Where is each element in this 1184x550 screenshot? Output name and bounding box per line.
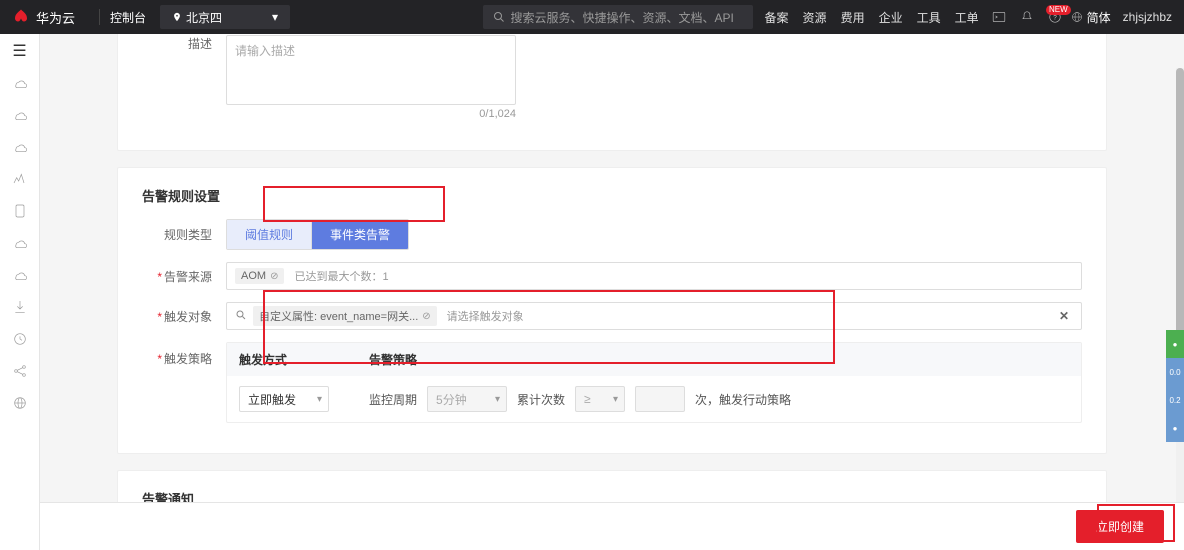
device-icon[interactable]: [11, 202, 29, 220]
policy-head-trigger: 触发方式: [239, 351, 369, 368]
cloud-icon-3[interactable]: [11, 138, 29, 156]
global-search[interactable]: 搜索云服务、快捷操作、资源、文档、API: [483, 5, 753, 29]
brand-text: 华为云: [36, 8, 75, 27]
source-hint: 已达到最大个数：1: [294, 268, 388, 284]
policy-label: 触发策略: [142, 350, 212, 367]
target-label: 触发对象: [142, 308, 212, 325]
widget-green[interactable]: ●: [1166, 330, 1184, 358]
globe-nav-icon[interactable]: [11, 394, 29, 412]
region-selector[interactable]: 北京四 ▾: [160, 5, 290, 29]
share-icon[interactable]: [11, 362, 29, 380]
trigger-mode-select[interactable]: 立即触发 ▾: [239, 386, 329, 412]
rules-panel: 告警规则设置 规则类型 阈值规则 事件类告警 告警来源 AOM ⊘: [117, 167, 1107, 454]
cloud-icon-1[interactable]: [11, 74, 29, 92]
desc-counter: 0/1,024: [226, 108, 516, 120]
policy-box: 触发方式 告警策略 立即触发 ▾ 监控周期 5分钟: [226, 342, 1082, 423]
chevron-down-icon: ▾: [613, 394, 618, 405]
chevron-down-icon: ▾: [272, 10, 278, 24]
policy-head-strategy: 告警策略: [369, 351, 417, 368]
right-widgets: ● 0.0 0.2 ●: [1166, 330, 1184, 442]
help-icon[interactable]: ?NEW: [1047, 9, 1063, 25]
location-icon: [172, 12, 182, 22]
target-placeholder: 请选择触发对象: [447, 308, 524, 324]
monitor-icon[interactable]: [11, 170, 29, 188]
menu-cost[interactable]: 费用: [841, 9, 865, 26]
menu-icon[interactable]: ☰: [11, 42, 29, 60]
desc-textarea[interactable]: [226, 35, 516, 105]
basic-panel: 描述 0/1,024: [117, 34, 1107, 151]
svg-text:?: ?: [1053, 14, 1057, 21]
widget-blue-3[interactable]: ●: [1166, 414, 1184, 442]
target-input[interactable]: 自定义属性: event_name=网关... ⊘ 请选择触发对象 ✕: [226, 302, 1082, 330]
search-icon-small: [235, 309, 247, 324]
clear-icon[interactable]: ✕: [1055, 309, 1073, 323]
console-link[interactable]: 控制台: [110, 9, 146, 26]
count-op-select[interactable]: ≥ ▾: [575, 386, 625, 412]
globe-icon: [1071, 11, 1083, 23]
source-chip: AOM ⊘: [235, 268, 284, 284]
top-menu: 备案 资源 费用 企业 工具 工单: [765, 9, 979, 26]
widget-blue-2[interactable]: 0.2: [1166, 386, 1184, 414]
policy-suffix: 次，触发行动策略: [695, 391, 791, 408]
user-name[interactable]: zhjsjzhbz: [1123, 10, 1172, 24]
huawei-logo-icon: [12, 8, 30, 26]
menu-resource[interactable]: 资源: [803, 9, 827, 26]
menu-ticket[interactable]: 工单: [955, 9, 979, 26]
bell-icon[interactable]: [1019, 9, 1035, 25]
period-label: 监控周期: [369, 391, 417, 408]
count-label: 累计次数: [517, 391, 565, 408]
chevron-down-icon: ▾: [317, 394, 322, 405]
download-icon[interactable]: [11, 298, 29, 316]
terminal-icon[interactable]: [991, 9, 1007, 25]
rule-type-tabs: 阈值规则 事件类告警: [226, 219, 409, 250]
divider: [99, 9, 100, 25]
left-rail: ☰: [0, 34, 40, 550]
menu-beian[interactable]: 备案: [765, 9, 789, 26]
new-badge: NEW: [1046, 5, 1071, 15]
rules-title: 告警规则设置: [142, 186, 1082, 205]
chevron-down-icon: ▾: [495, 394, 500, 405]
content-area: 描述 0/1,024 告警规则设置 规则类型 阈值规则 事件类告警: [40, 34, 1184, 550]
search-icon: [493, 11, 505, 23]
history-icon[interactable]: [11, 330, 29, 348]
menu-tools[interactable]: 工具: [917, 9, 941, 26]
tab-threshold[interactable]: 阈值规则: [227, 220, 312, 249]
period-select[interactable]: 5分钟 ▾: [427, 386, 507, 412]
remove-chip-icon[interactable]: ⊘: [270, 271, 278, 282]
top-bar: 华为云 控制台 北京四 ▾ 搜索云服务、快捷操作、资源、文档、API 备案 资源…: [0, 0, 1184, 34]
language-selector[interactable]: 简体: [1071, 9, 1111, 26]
cloud-icon-4[interactable]: [11, 234, 29, 252]
menu-enterprise[interactable]: 企业: [879, 9, 903, 26]
cloud-icon-5[interactable]: [11, 266, 29, 284]
cloud-icon-2[interactable]: [11, 106, 29, 124]
search-placeholder: 搜索云服务、快捷操作、资源、文档、API: [511, 9, 734, 26]
desc-label: 描述: [142, 35, 212, 52]
footer-bar: 立即创建: [40, 502, 1184, 550]
widget-blue-1[interactable]: 0.0: [1166, 358, 1184, 386]
language-label: 简体: [1087, 9, 1111, 26]
create-button[interactable]: 立即创建: [1076, 510, 1164, 543]
source-label: 告警来源: [142, 268, 212, 285]
rule-type-label: 规则类型: [142, 226, 212, 243]
region-name: 北京四: [186, 9, 222, 26]
remove-target-icon[interactable]: ⊘: [422, 311, 430, 322]
source-input[interactable]: AOM ⊘ 已达到最大个数：1: [226, 262, 1082, 290]
target-chip: 自定义属性: event_name=网关... ⊘: [253, 306, 437, 326]
tab-event[interactable]: 事件类告警: [312, 220, 408, 249]
count-input[interactable]: [635, 386, 685, 412]
top-icons: ?NEW: [991, 9, 1063, 25]
